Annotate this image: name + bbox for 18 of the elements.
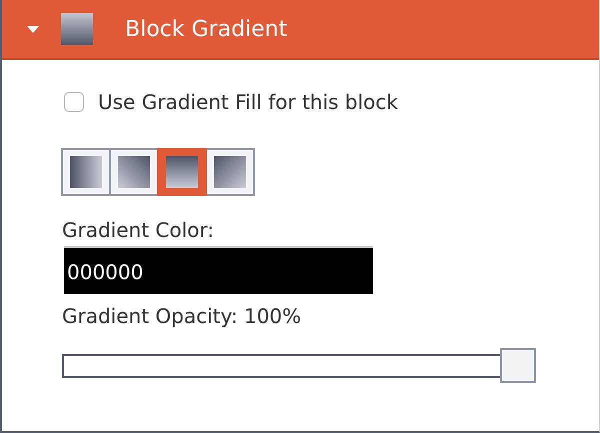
field-label: Gradient Color:	[62, 218, 216, 242]
gradient-swatch-icon	[70, 156, 102, 188]
panel-title: Block Gradient	[125, 16, 288, 42]
checkbox-label: Use Gradient Fill for this block	[98, 90, 398, 114]
gradient-option[interactable]	[205, 148, 255, 196]
gradient-swatch-icon	[118, 156, 150, 188]
gradient-option[interactable]	[61, 148, 111, 196]
color-field[interactable]: 000000	[64, 246, 373, 294]
caret-icon[interactable]	[27, 26, 39, 32]
checkbox[interactable]	[64, 92, 84, 112]
gradient-option[interactable]	[109, 148, 159, 196]
gradient-option[interactable]	[157, 148, 207, 196]
gradient-icon	[61, 13, 93, 45]
slider-thumb[interactable]	[500, 348, 536, 383]
opacity-slider[interactable]	[62, 348, 538, 384]
slider-label: Gradient Opacity: 100%	[62, 304, 302, 328]
gradient-swatch-icon	[214, 156, 246, 188]
gradient-swatch-icon	[166, 156, 198, 188]
